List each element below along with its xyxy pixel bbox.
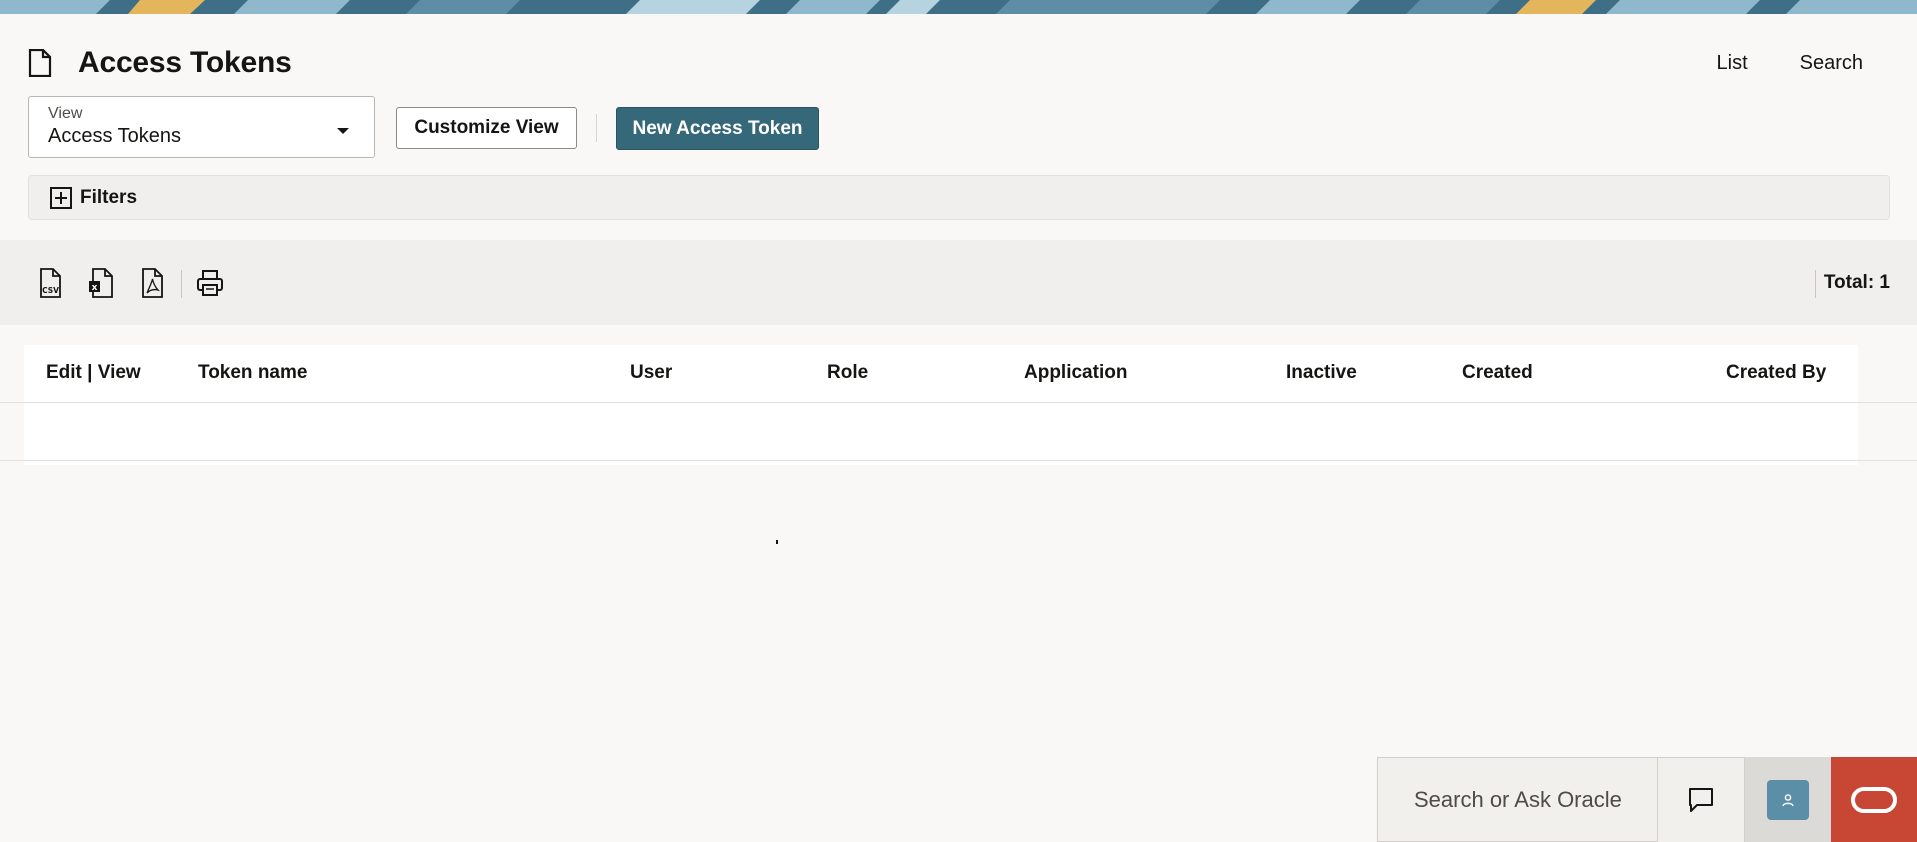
new-access-token-button[interactable]: New Access Token: [616, 107, 819, 150]
view-select[interactable]: View Access Tokens: [28, 96, 375, 158]
column-header-inactive[interactable]: Inactive: [1286, 362, 1357, 384]
excel-export-icon[interactable]: x: [88, 268, 116, 298]
oracle-logo-icon[interactable]: [1831, 757, 1917, 842]
column-header-edit-view[interactable]: Edit | View: [46, 362, 141, 384]
pdf-export-icon[interactable]: [140, 268, 168, 298]
table-header-divider: [0, 402, 1917, 403]
header-links: List Search: [1717, 52, 1864, 75]
list-link[interactable]: List: [1717, 52, 1748, 75]
expand-plus-icon[interactable]: [50, 186, 72, 209]
table-bottom-divider: [0, 460, 1917, 461]
toolbar-separator: [181, 270, 182, 298]
svg-text:CSV: CSV: [42, 286, 59, 295]
list-toolbar: CSV x Total: 1: [0, 240, 1917, 325]
filters-label: Filters: [80, 186, 138, 208]
toolbar-separator-right: [1815, 270, 1816, 298]
decorative-banner: [0, 0, 1917, 14]
search-link[interactable]: Search: [1800, 52, 1863, 75]
chat-icon[interactable]: [1658, 757, 1745, 842]
column-header-token-name[interactable]: Token name: [198, 362, 307, 384]
column-header-application[interactable]: Application: [1024, 362, 1127, 384]
user-avatar-icon[interactable]: [1767, 779, 1809, 820]
page-header: Access Tokens: [28, 46, 292, 80]
view-select-value: Access Tokens: [48, 125, 182, 147]
document-icon: [28, 47, 56, 79]
oracle-assistant-bar: Search or Ask Oracle: [1377, 757, 1917, 842]
cursor-mark: [776, 540, 778, 544]
print-icon[interactable]: [196, 268, 224, 298]
total-count: Total: 1: [1823, 272, 1890, 293]
page-title: Access Tokens: [78, 46, 292, 79]
csv-export-icon[interactable]: CSV: [38, 268, 66, 298]
customize-view-button[interactable]: Customize View: [396, 107, 577, 149]
filters-bar[interactable]: Filters: [28, 175, 1890, 220]
user-menu[interactable]: [1745, 757, 1831, 842]
svg-text:x: x: [92, 283, 98, 293]
column-header-role[interactable]: Role: [827, 362, 868, 384]
button-divider: [596, 114, 597, 142]
caret-down-icon[interactable]: [336, 123, 350, 141]
ask-oracle-search[interactable]: Search or Ask Oracle: [1377, 757, 1658, 842]
view-select-label: View: [48, 105, 83, 122]
column-header-created[interactable]: Created: [1462, 362, 1533, 384]
column-header-created-by[interactable]: Created By: [1726, 362, 1826, 384]
column-header-user[interactable]: User: [630, 362, 672, 384]
